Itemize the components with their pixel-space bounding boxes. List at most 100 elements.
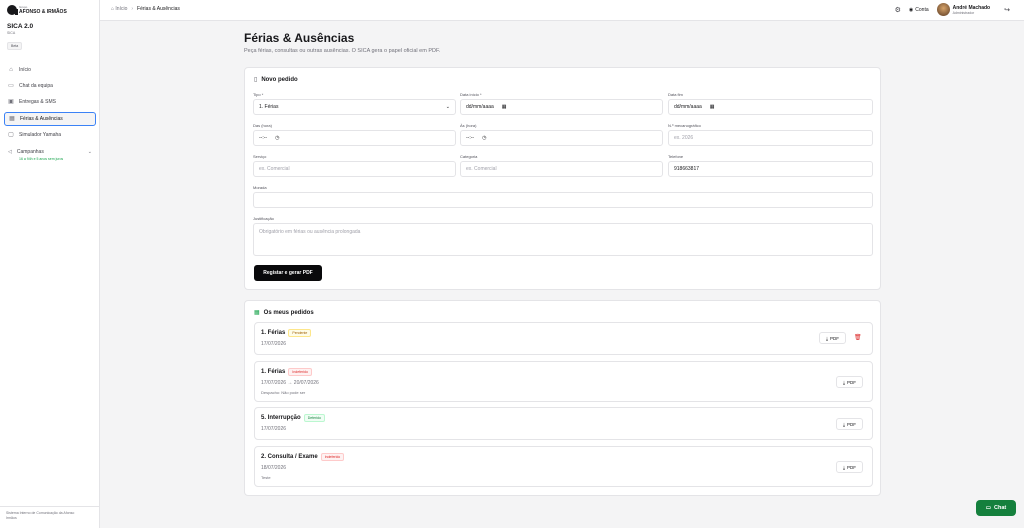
request-title: 2. Consulta / Exame [261,454,318,460]
campaigns-label: Campanhas [16,149,44,155]
servico-input[interactable]: ex. Comercial [253,161,456,177]
breadcrumb: ⌂ Início › Férias & Ausências [111,6,180,12]
sidebar-item-ferias[interactable]: ▦ Férias & Ausências [4,111,96,126]
download-icon: ⤓ [843,379,845,385]
new-request-heading: ▯ Novo pedido [254,76,298,84]
servico-label: Serviço [253,154,267,159]
sidebar-item-simulador[interactable]: ▢ Simulador Yamaha [4,128,96,142]
sidebar-nav: ⌂ Início ▭ Chat da equipa ▣ Entregas & S… [4,63,96,144]
fim-label: Data fim [668,92,683,97]
account-label: Conta [915,6,929,13]
status-badge: Deferido [303,414,325,422]
inicio-label: Data início * [460,92,482,97]
page-title: Férias & Ausências [244,31,355,45]
truck-icon: ▣ [8,99,14,106]
as-label: Às (hora) [460,123,477,128]
chevron-down-icon: ⌄ [445,104,450,110]
chevron-down-icon[interactable]: ⌄ [88,149,92,155]
download-icon: ⤓ [843,421,845,427]
list-item: 5. Interrupção Deferido 17/07/2026 ⤓ PDF [254,407,873,440]
morada-label: Morada [253,185,267,190]
user-menu[interactable]: André Machado Administrador [936,3,991,16]
my-requests-heading: ▦ Os meus pedidos [254,309,314,317]
logout-icon[interactable]: ↪ [1004,6,1010,14]
request-date: 18/07/2026 [261,465,287,471]
chat-icon: ▭ [8,83,14,90]
clock-icon: ◷ [275,135,280,141]
user-role: Administrador [952,10,975,15]
telefone-label: Telefone [668,154,684,159]
sidebar-item-label: Férias & Ausências [20,115,63,122]
tipo-label: Tipo * [253,92,264,97]
sidebar-item-label: Início [19,67,31,73]
pdf-download-button[interactable]: ⤓ PDF [819,332,846,344]
sidebar-item-label: Chat da equipa [19,83,53,90]
calendar-icon: ▦ [501,104,507,110]
trash-icon[interactable]: 🗑 [854,334,862,341]
logo[interactable]: Grupo AFONSO & IRMÃOS [7,5,67,15]
list-item: 1. Férias Pendente 17/07/2026 ⤓ PDF 🗑 [254,322,873,355]
request-date: 17/07/2026 → 20/07/2026 [261,380,319,386]
app-subtitle: SICA [7,31,16,35]
beta-badge: Beta [7,42,23,50]
pdf-download-button[interactable]: ⤓ PDF [836,461,863,473]
user-name: André Machado [952,4,991,11]
breadcrumb-separator: › [131,6,134,12]
morada-input[interactable] [253,192,873,208]
request-title: 1. Férias [261,330,286,336]
tipo-select[interactable]: 1. Férias ⌄ [253,99,456,115]
status-badge: Pendente [288,329,312,337]
list-item: 2. Consulta / Exame Indeferido 18/07/202… [254,446,873,487]
submit-button[interactable]: Registar e gerar PDF [254,265,322,281]
breadcrumb-current: Férias & Ausências [137,6,180,12]
status-badge: Indeferido [288,368,312,376]
footer-line-2: Irmãos [6,516,17,520]
download-icon: ⤓ [843,464,845,470]
sidebar: Grupo AFONSO & IRMÃOS SICA 2.0 SICA Beta… [0,0,100,528]
das-time-input[interactable]: --:-- ◷ [253,130,456,146]
pdf-download-button[interactable]: ⤓ PDF [836,376,863,388]
sidebar-item-inicio[interactable]: ⌂ Início [4,63,96,77]
document-icon: ▯ [254,77,258,83]
download-icon: ⤓ [826,335,828,341]
account-button[interactable]: ◉ Conta [909,7,929,13]
app-title: SICA 2.0 [7,23,34,30]
avatar [936,3,950,16]
request-note: Teste [261,475,271,480]
as-time-input[interactable]: --:-- ◷ [460,130,663,146]
pdf-download-button[interactable]: ⤓ PDF [836,418,863,430]
categoria-input[interactable]: ex. Comercial [460,161,663,177]
sidebar-item-campanhas[interactable]: ◁ Campanhas ⌄ 16 a 94h e 5 anos sem juro… [4,148,96,161]
list-item: 1. Férias Indeferido 17/07/2026 → 20/07/… [254,361,873,402]
user-circle-icon: ◉ [908,6,914,13]
chat-button[interactable]: ▭ Chat [976,500,1016,516]
status-badge: Indeferido [320,453,345,461]
das-label: Das (hora) [253,123,272,128]
request-title: 1. Férias [261,369,286,375]
meca-input[interactable]: ex. 2026 [668,130,873,146]
sidebar-item-label: Simulador Yamaha [19,131,62,138]
my-requests-card: ▦ Os meus pedidos 1. Férias Pendente 17/… [244,300,881,496]
home-icon: ⌂ [9,67,13,73]
request-note: Despacho: Não pode ser [261,390,306,395]
gear-icon[interactable]: ⚙ [895,6,901,14]
meca-label: N.º mecanográfico [668,123,701,128]
logo-icon [7,5,18,15]
fim-date-input[interactable]: dd/mm/aaaa ▦ [668,99,873,115]
justificacao-textarea[interactable]: Obrigatório em férias ou ausência prolon… [253,223,873,256]
topbar: ⌂ Início › Férias & Ausências ⚙ ◉ Conta … [100,0,1024,21]
chat-icon: ▭ [985,505,991,511]
logo-name: AFONSO & IRMÃOS [19,9,67,15]
sidebar-item-chat[interactable]: ▭ Chat da equipa [4,79,96,93]
megaphone-icon: ◁ [8,149,12,155]
telefone-input[interactable]: 918663817 [668,161,873,177]
inicio-date-input[interactable]: dd/mm/aaaa ▦ [460,99,663,115]
campaigns-subtitle: 16 a 94h e 5 anos sem juros [19,157,64,161]
calendar-icon: ▦ [709,104,715,110]
sidebar-item-label: Entregas & SMS [19,99,56,106]
calendar-icon: ▦ [9,115,15,122]
request-date: 17/07/2026 [261,426,287,432]
sidebar-item-entregas[interactable]: ▣ Entregas & SMS [4,95,96,109]
breadcrumb-home[interactable]: ⌂ Início [111,6,127,12]
monitor-icon: ▢ [8,131,14,138]
